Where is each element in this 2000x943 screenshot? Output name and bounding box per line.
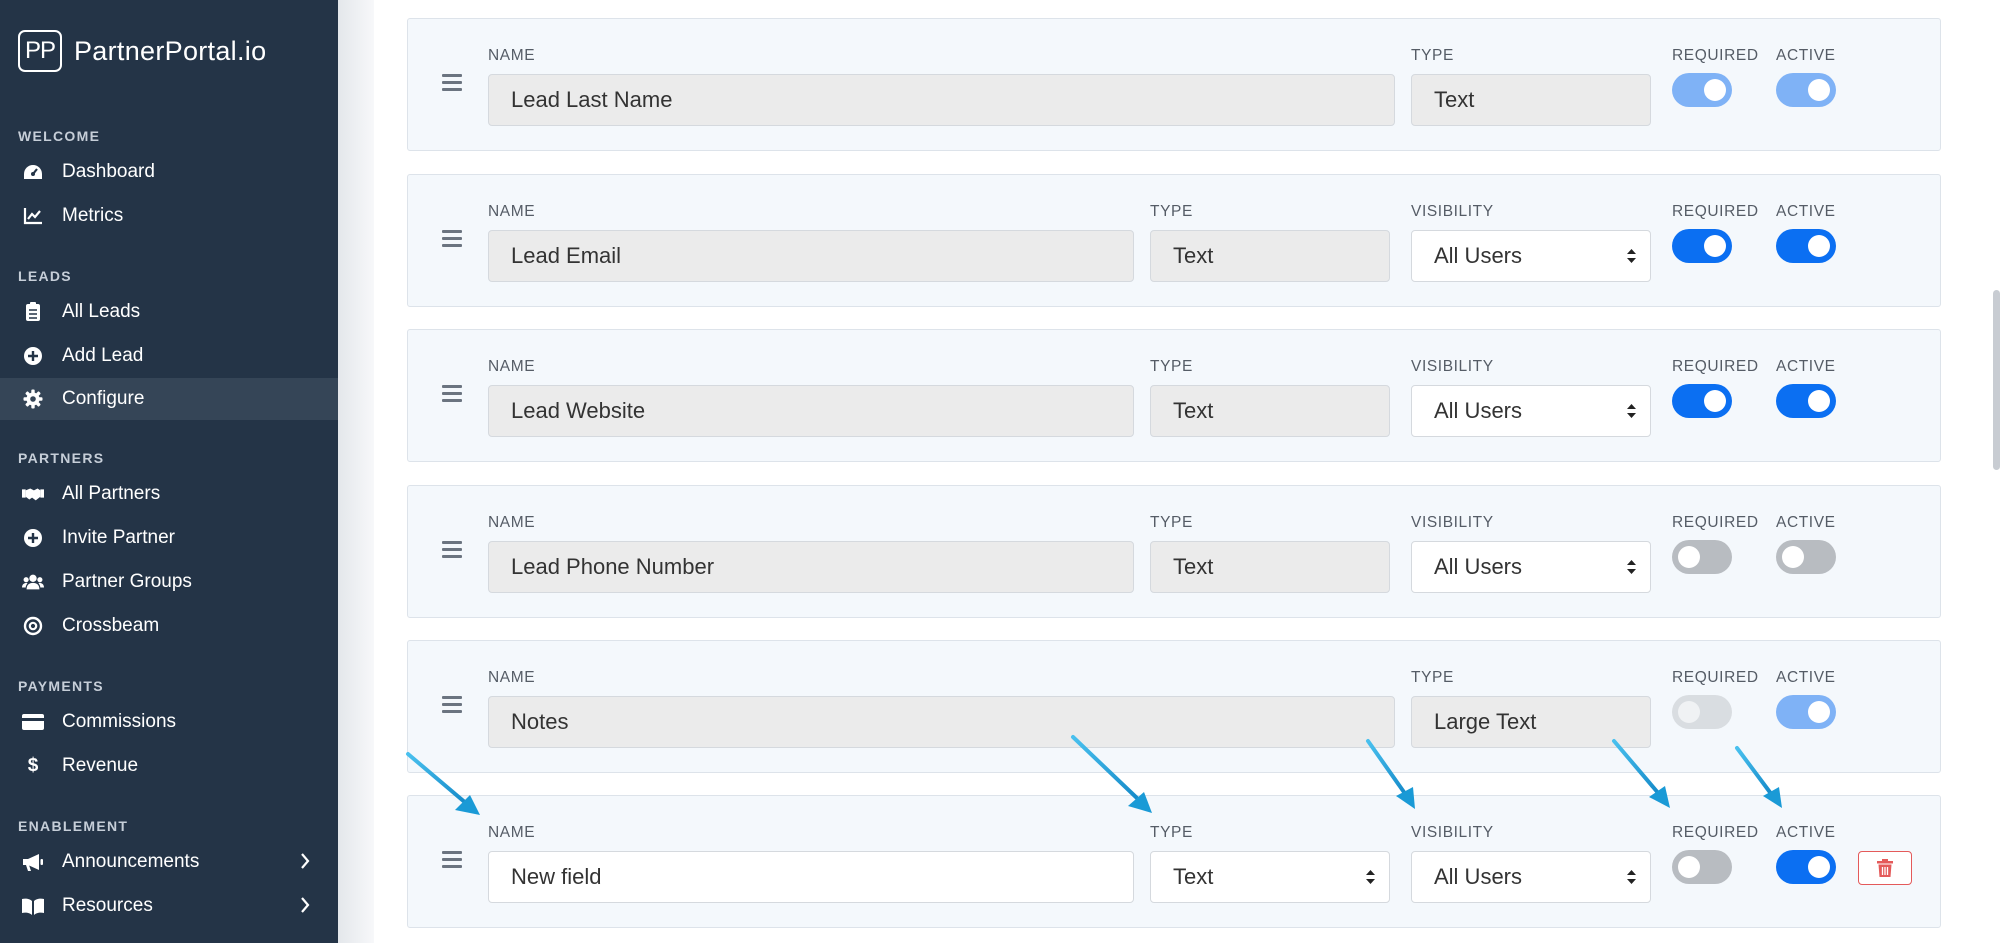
arrow-type [1071, 735, 1152, 813]
arrow-required [1612, 739, 1670, 808]
arrow-name [406, 752, 480, 815]
arrow-active [1735, 746, 1782, 808]
arrow-visibility [1366, 739, 1415, 809]
annotation-arrows [406, 735, 1782, 815]
